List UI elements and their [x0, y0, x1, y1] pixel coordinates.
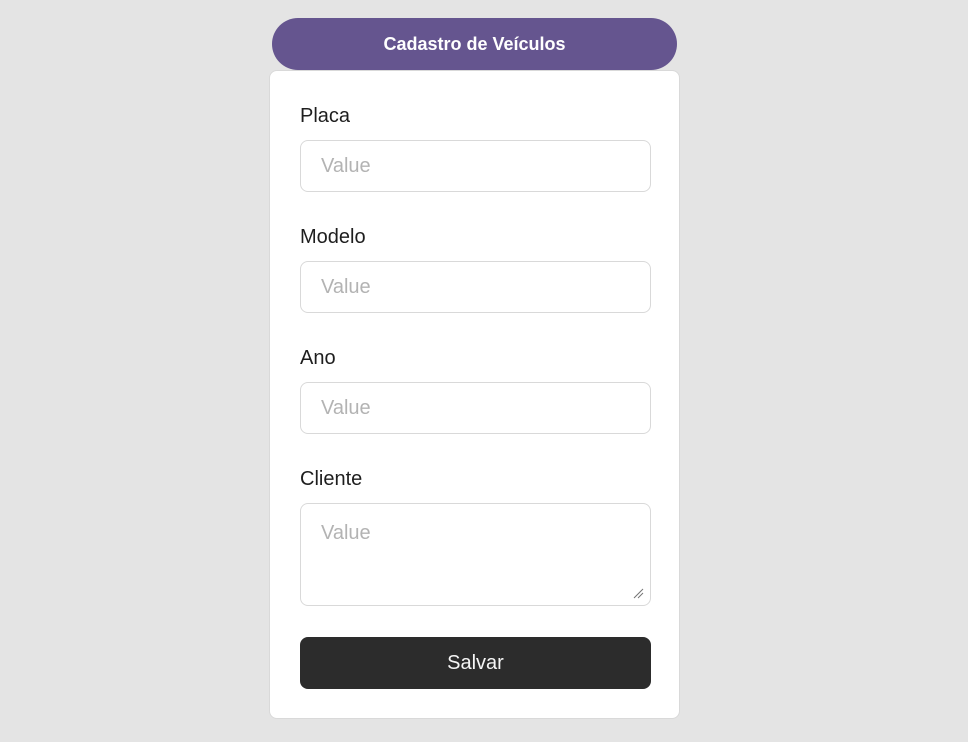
cliente-textarea[interactable] — [300, 503, 651, 606]
placa-label: Placa — [300, 105, 351, 127]
placa-input[interactable] — [300, 140, 651, 192]
cliente-label: Cliente — [300, 468, 363, 490]
form-title: Cadastro de Veículos — [383, 33, 566, 54]
modelo-label: Modelo — [300, 226, 366, 248]
resize-handle-icon[interactable] — [632, 587, 644, 599]
modelo-input[interactable] — [300, 261, 651, 313]
form-header: Cadastro de Veículos — [272, 18, 677, 70]
ano-input[interactable] — [300, 382, 651, 434]
ano-label: Ano — [300, 347, 336, 369]
save-button[interactable]: Salvar — [300, 637, 651, 689]
vehicle-form-card: Placa Modelo Ano Cliente Salvar — [269, 70, 680, 719]
